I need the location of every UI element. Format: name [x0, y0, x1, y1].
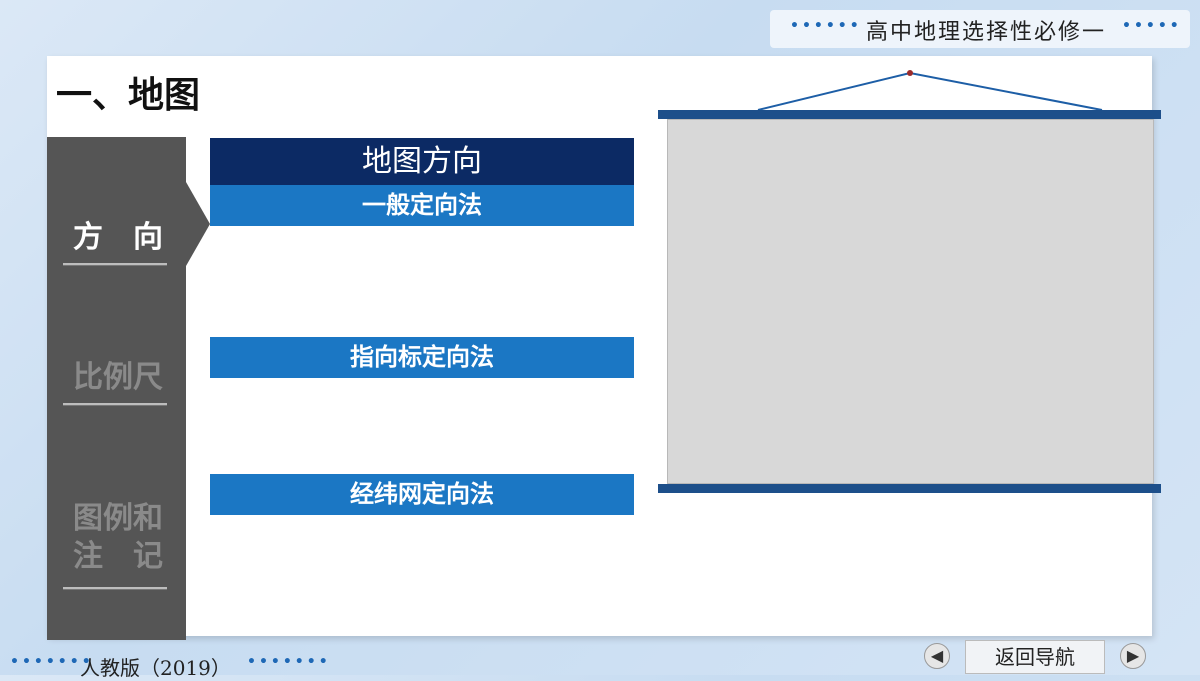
- method-graticule[interactable]: 经纬网定向法: [210, 474, 634, 515]
- content-heading: 地图方向: [210, 138, 634, 185]
- edition-label: 人教版（2019）: [80, 656, 231, 680]
- sidebar-item-legend[interactable]: 图例和注 记: [66, 500, 170, 576]
- arrow-right-icon: ▶: [1126, 646, 1140, 665]
- scroll-canvas: [667, 119, 1154, 484]
- method-compass[interactable]: 指向标定向法: [210, 337, 634, 378]
- dots-decoration: •••••: [1122, 18, 1182, 34]
- prev-button[interactable]: ◀: [924, 643, 950, 669]
- dots-decoration: ••••••: [790, 18, 862, 34]
- scroll-bottom-rod: [658, 484, 1161, 493]
- scroll-top-rod: [658, 110, 1161, 119]
- active-indicator-arrow: [186, 182, 210, 266]
- method-general[interactable]: 一般定向法: [210, 185, 634, 226]
- divider: [63, 263, 167, 265]
- divider: [63, 587, 167, 589]
- divider: [63, 403, 167, 405]
- back-to-nav-button[interactable]: 返回导航: [965, 640, 1105, 674]
- sidebar-item-direction[interactable]: 方 向: [66, 212, 170, 256]
- arrow-left-icon: ◀: [930, 646, 944, 665]
- section-title: 一、地图: [56, 75, 201, 116]
- dots-decoration: •••••••: [247, 654, 331, 670]
- sidebar-item-legend-label: 图例和注 记: [73, 501, 163, 574]
- subject-title: 高中地理选择性必修一: [866, 20, 1107, 45]
- next-button[interactable]: ▶: [1120, 643, 1146, 669]
- sidebar-item-scale[interactable]: 比例尺: [66, 352, 170, 396]
- scroll-hanger: [757, 70, 1103, 111]
